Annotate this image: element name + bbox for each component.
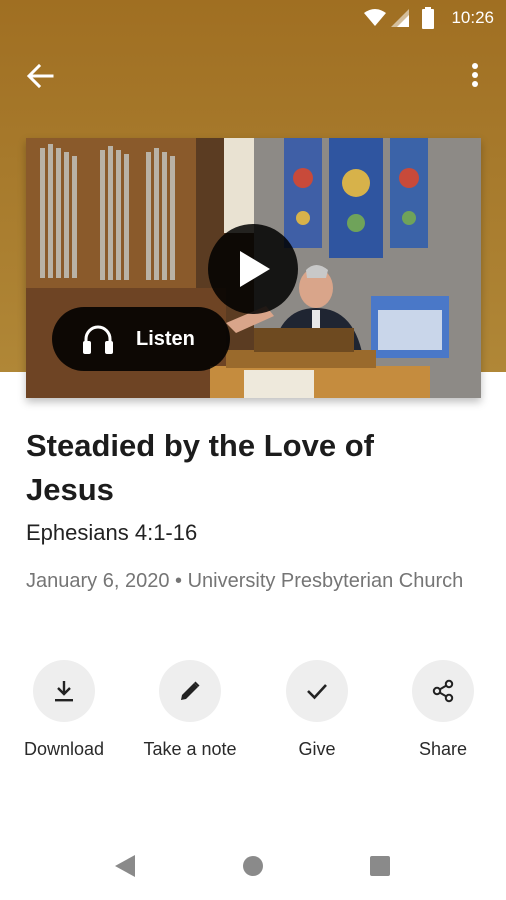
take-note-label: Take a note [143, 739, 237, 759]
video-thumbnail[interactable]: Listen [26, 138, 481, 398]
share-icon [432, 679, 454, 703]
status-time: 10:26 [451, 8, 494, 27]
wifi-icon [364, 9, 386, 26]
download-button[interactable]: Download [9, 660, 119, 760]
nav-home-icon[interactable] [242, 855, 264, 877]
check-icon [307, 684, 327, 700]
listen-label: Listen [136, 328, 195, 350]
play-button[interactable] [208, 224, 298, 314]
meta-separator: • [175, 570, 183, 592]
more-vert-icon [472, 63, 478, 87]
church-name: University Presbyterian Church [187, 570, 464, 592]
download-icon [55, 681, 73, 702]
share-button[interactable]: Share [388, 660, 498, 760]
more-options-button[interactable] [460, 58, 490, 94]
status-bar: 10:26 [0, 0, 506, 36]
pencil-icon [181, 681, 200, 700]
sermon-title: Steadied by the Love of Jesus [26, 428, 374, 507]
signal-icon [391, 9, 409, 27]
download-label: Download [23, 739, 105, 759]
battery-icon [422, 7, 434, 29]
share-circle[interactable] [412, 660, 474, 722]
give-label: Give [298, 739, 336, 759]
play-icon [240, 251, 270, 287]
arrow-back-icon [26, 63, 54, 89]
scripture-passage: Ephesians 4:1-16 [26, 520, 198, 545]
share-label: Share [418, 739, 468, 759]
sermon-meta: January 6, 2020 • University Presbyteria… [26, 565, 466, 597]
download-circle[interactable] [33, 660, 95, 722]
nav-recents-icon[interactable] [369, 855, 391, 877]
give-circle[interactable] [286, 660, 348, 722]
system-nav-bar [0, 830, 506, 900]
headphones-icon [83, 325, 113, 354]
nav-back-icon[interactable] [114, 854, 136, 878]
sermon-date: January 6, 2020 [26, 570, 170, 592]
take-note-button[interactable]: Take a note [135, 660, 245, 760]
give-button[interactable]: Give [262, 660, 372, 760]
take-note-circle[interactable] [159, 660, 221, 722]
back-button[interactable] [22, 58, 58, 94]
listen-button[interactable]: Listen [52, 307, 230, 371]
